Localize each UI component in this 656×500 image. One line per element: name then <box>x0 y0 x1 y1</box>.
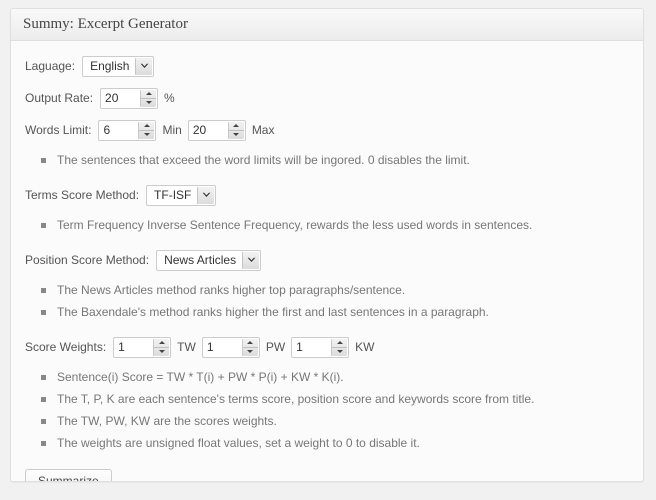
words-limit-min-value[interactable]: 6 <box>99 121 138 140</box>
score-weights-notes: Sentence(i) Score = TW * T(i) + PW * P(i… <box>25 370 629 451</box>
triangle-down-icon <box>233 133 239 136</box>
triangle-down-icon <box>146 101 152 104</box>
words-limit-max-spin-buttons <box>228 122 244 139</box>
output-rate-value[interactable]: 20 <box>101 89 140 108</box>
panel-body: Laguage: English Output Rate: 20 % <box>11 41 643 482</box>
note-item: The News Articles method ranks higher to… <box>41 283 629 298</box>
language-label: Laguage: <box>25 59 75 73</box>
position-score-method-row: Position Score Method: News Articles <box>25 247 629 273</box>
output-rate-row: Output Rate: 20 % <box>25 85 629 111</box>
triangle-up-icon <box>146 92 152 95</box>
note-item: Sentence(i) Score = TW * T(i) + PW * P(i… <box>41 370 629 385</box>
terms-score-method-label: Terms Score Method: <box>25 188 139 202</box>
terms-score-method-row: Terms Score Method: TF-ISF <box>25 182 629 208</box>
triangle-up-icon <box>233 124 239 127</box>
note-item: The Baxendale's method ranks higher the … <box>41 305 629 320</box>
spin-down-button[interactable] <box>141 99 156 107</box>
spin-up-button[interactable] <box>154 339 169 348</box>
position-score-method-value: News Articles <box>157 251 242 270</box>
words-limit-max-stepper[interactable]: 20 <box>188 120 246 141</box>
note-item: The T, P, K are each sentence's terms sc… <box>41 392 629 407</box>
triangle-up-icon <box>247 341 253 344</box>
words-limit-notes: The sentences that exceed the word limit… <box>25 153 629 168</box>
position-score-method-label: Position Score Method: <box>25 253 149 267</box>
words-limit-max-value[interactable]: 20 <box>189 121 228 140</box>
words-limit-min-label: Min <box>162 123 181 137</box>
keyword-weight-spin-buttons <box>331 339 347 356</box>
excerpt-generator-panel: Summy: Excerpt Generator Laguage: Englis… <box>10 8 644 482</box>
terms-score-notes: Term Frequency Inverse Sentence Frequenc… <box>25 218 629 233</box>
term-weight-stepper[interactable]: 1 <box>113 337 171 358</box>
position-weight-spin-buttons <box>242 339 258 356</box>
chevron-down-icon <box>197 187 214 204</box>
spin-down-button[interactable] <box>229 131 244 139</box>
position-score-method-select[interactable]: News Articles <box>156 250 261 271</box>
words-limit-label: Words Limit: <box>25 123 91 137</box>
keyword-weight-label: KW <box>355 340 374 354</box>
triangle-up-icon <box>159 341 165 344</box>
output-rate-stepper[interactable]: 20 <box>100 88 158 109</box>
term-weight-spin-buttons <box>153 339 169 356</box>
position-score-notes: The News Articles method ranks higher to… <box>25 283 629 320</box>
triangle-down-icon <box>144 133 150 136</box>
note-item: The weights are unsigned float values, s… <box>41 436 629 451</box>
spin-up-button[interactable] <box>139 122 154 131</box>
spin-up-button[interactable] <box>243 339 258 348</box>
score-weights-row: Score Weights: 1 TW 1 PW 1 <box>25 334 629 360</box>
position-weight-stepper[interactable]: 1 <box>202 337 260 358</box>
panel-header: Summy: Excerpt Generator <box>11 9 643 41</box>
triangle-down-icon <box>247 350 253 353</box>
summarize-button[interactable]: Summarize <box>25 469 112 482</box>
note-item: The sentences that exceed the word limit… <box>41 153 629 168</box>
triangle-down-icon <box>159 350 165 353</box>
page-title: Summy: Excerpt Generator <box>23 17 188 32</box>
output-rate-spin-buttons <box>140 90 156 107</box>
words-limit-min-stepper[interactable]: 6 <box>98 120 156 141</box>
spin-down-button[interactable] <box>154 348 169 356</box>
terms-score-method-select[interactable]: TF-ISF <box>146 185 216 206</box>
spin-up-button[interactable] <box>141 90 156 99</box>
chevron-down-icon <box>135 58 152 75</box>
spin-up-button[interactable] <box>229 122 244 131</box>
terms-score-method-value: TF-ISF <box>147 186 197 205</box>
language-select-value: English <box>83 57 135 76</box>
language-select[interactable]: English <box>82 56 154 77</box>
chevron-down-icon <box>242 252 259 269</box>
triangle-up-icon <box>337 341 343 344</box>
chevron-down-glyph <box>140 63 149 69</box>
note-item: Term Frequency Inverse Sentence Frequenc… <box>41 218 629 233</box>
keyword-weight-stepper[interactable]: 1 <box>291 337 349 358</box>
spin-down-button[interactable] <box>243 348 258 356</box>
output-rate-label: Output Rate: <box>25 91 93 105</box>
output-rate-unit: % <box>164 91 175 105</box>
language-row: Laguage: English <box>25 53 629 79</box>
spin-down-button[interactable] <box>332 348 347 356</box>
words-limit-row: Words Limit: 6 Min 20 Max <box>25 117 629 143</box>
spin-up-button[interactable] <box>332 339 347 348</box>
keyword-weight-value[interactable]: 1 <box>292 338 331 357</box>
term-weight-label: TW <box>177 340 196 354</box>
triangle-up-icon <box>144 124 150 127</box>
chevron-down-glyph <box>247 257 256 263</box>
position-weight-label: PW <box>266 340 285 354</box>
chevron-down-glyph <box>202 192 211 198</box>
term-weight-value[interactable]: 1 <box>114 338 153 357</box>
position-weight-value[interactable]: 1 <box>203 338 242 357</box>
spin-down-button[interactable] <box>139 131 154 139</box>
words-limit-max-label: Max <box>252 123 275 137</box>
note-item: The TW, PW, KW are the scores weights. <box>41 414 629 429</box>
score-weights-label: Score Weights: <box>25 340 106 354</box>
words-limit-min-spin-buttons <box>138 122 154 139</box>
triangle-down-icon <box>337 350 343 353</box>
